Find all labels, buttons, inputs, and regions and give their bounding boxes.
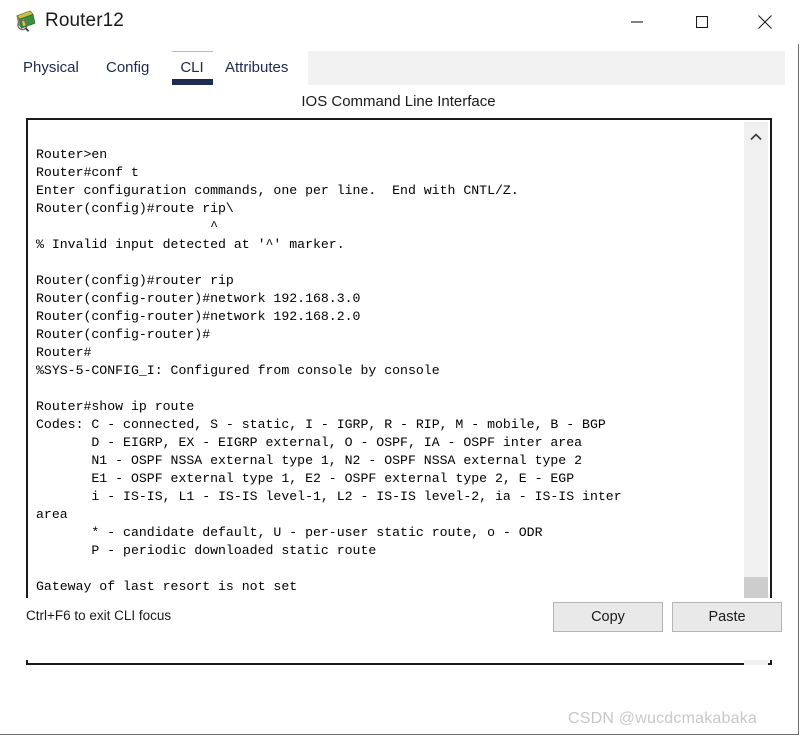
tab-attributes[interactable]: Attributes [225, 51, 288, 85]
close-button[interactable] [742, 0, 788, 44]
terminal-scrollbar[interactable] [744, 122, 768, 665]
cli-header-title: IOS Command Line Interface [301, 93, 496, 110]
terminal-output[interactable]: Router>en Router#conf t Enter configurat… [36, 128, 746, 656]
tab-config[interactable]: Config [106, 51, 149, 85]
chevron-up-icon [750, 132, 762, 140]
scroll-up-button[interactable] [744, 122, 768, 146]
scrollbar-track[interactable] [744, 146, 768, 641]
minimize-icon [631, 21, 643, 23]
cli-focus-hint: Ctrl+F6 to exit CLI focus [26, 608, 172, 623]
bottom-action-bar: Ctrl+F6 to exit CLI focus Copy Paste [12, 598, 785, 660]
maximize-button[interactable] [679, 0, 725, 44]
tab-physical[interactable]: Physical [23, 51, 79, 85]
packet-tracer-router-icon [14, 9, 38, 33]
window-title: Router12 [45, 10, 124, 31]
paste-button[interactable]: Paste [672, 602, 782, 632]
close-icon [758, 15, 772, 29]
watermark: CSDN @wucdcmakabaka [568, 710, 757, 727]
router-cli-window: Router12 Physical Config CLI Attributes … [0, 0, 799, 735]
copy-button[interactable]: Copy [553, 602, 663, 632]
minimize-button[interactable] [614, 0, 660, 44]
maximize-icon [696, 16, 708, 28]
terminal-frame[interactable]: Router>en Router#conf t Enter configurat… [26, 118, 772, 665]
title-bar: Router12 [0, 0, 799, 44]
